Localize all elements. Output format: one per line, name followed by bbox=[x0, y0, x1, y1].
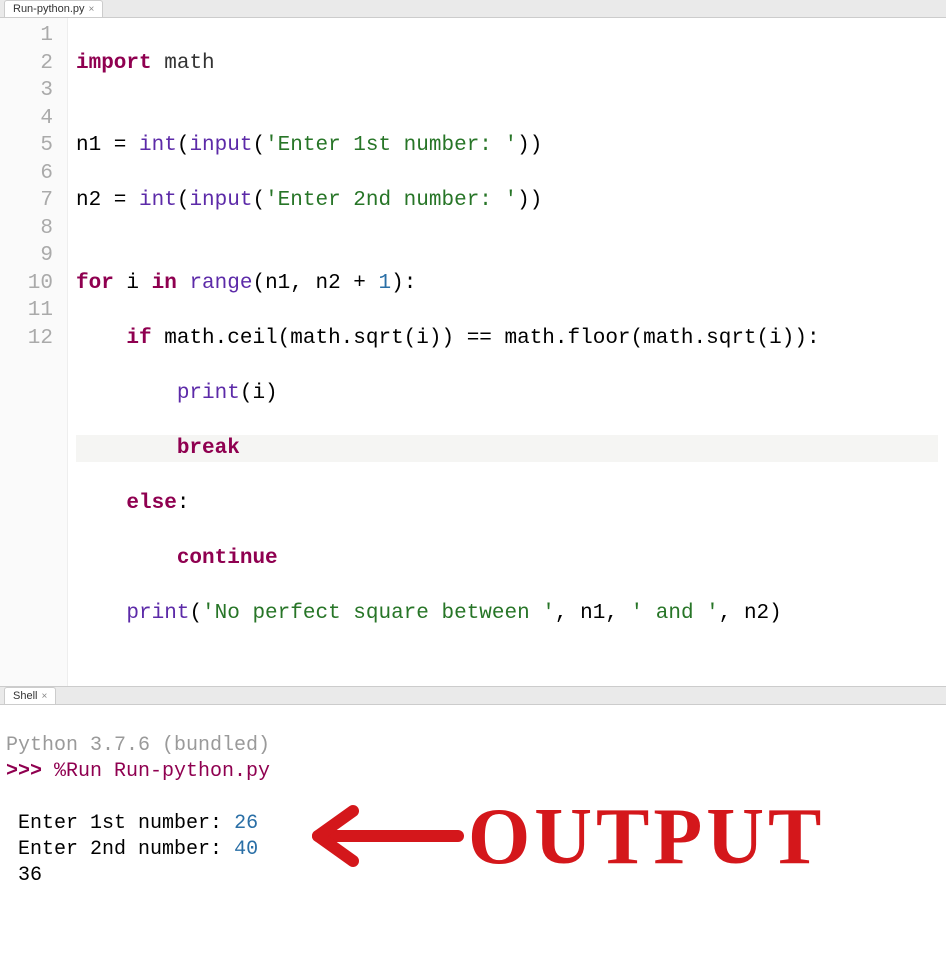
shell-tab-bar: Shell × bbox=[0, 687, 946, 705]
shell-io-value: 40 bbox=[234, 838, 258, 861]
code-line: n2 = int(input('Enter 2nd number: ')) bbox=[76, 187, 938, 215]
line-number: 11 bbox=[0, 297, 53, 325]
line-number: 8 bbox=[0, 215, 53, 243]
annotation-text: OUTPUT bbox=[468, 793, 825, 881]
code-line: print('No perfect square between ', n1, … bbox=[76, 600, 938, 628]
code-line: break bbox=[76, 435, 938, 463]
line-number: 4 bbox=[0, 105, 53, 133]
line-number: 2 bbox=[0, 50, 53, 78]
line-number: 3 bbox=[0, 77, 53, 105]
code-line: else: bbox=[76, 490, 938, 518]
line-number: 10 bbox=[0, 270, 53, 298]
code-line: n1 = int(input('Enter 1st number: ')) bbox=[76, 132, 938, 160]
code-line: print(i) bbox=[76, 380, 938, 408]
editor-tab-label: Run-python.py bbox=[13, 3, 85, 15]
code-line: if math.ceil(math.sqrt(i)) == math.floor… bbox=[76, 325, 938, 353]
shell-prompt: >>> bbox=[6, 760, 54, 783]
line-number: 5 bbox=[0, 132, 53, 160]
line-number: 12 bbox=[0, 325, 53, 353]
output-annotation: OUTPUT bbox=[250, 765, 946, 926]
editor-tab[interactable]: Run-python.py × bbox=[4, 0, 103, 17]
line-number: 7 bbox=[0, 187, 53, 215]
shell-tab[interactable]: Shell × bbox=[4, 687, 56, 704]
line-gutter: 1 2 3 4 5 6 7 8 9 10 11 12 bbox=[0, 18, 68, 686]
line-number: 1 bbox=[0, 22, 53, 50]
code-line: continue bbox=[76, 545, 938, 573]
code-body[interactable]: import math n1 = int(input('Enter 1st nu… bbox=[68, 18, 946, 686]
code-line: for i in range(n1, n2 + 1): bbox=[76, 270, 938, 298]
shell-output[interactable]: Python 3.7.6 (bundled) >>> %Run Run-pyth… bbox=[0, 705, 946, 969]
close-icon[interactable]: × bbox=[41, 691, 47, 702]
line-number: 6 bbox=[0, 160, 53, 188]
shell-io-prompt: Enter 2nd number: bbox=[18, 838, 234, 861]
shell-io-value: 26 bbox=[234, 812, 258, 835]
editor-tab-bar: Run-python.py × bbox=[0, 0, 946, 18]
code-editor[interactable]: 1 2 3 4 5 6 7 8 9 10 11 12 import math n… bbox=[0, 18, 946, 687]
shell-command: %Run Run-python.py bbox=[54, 760, 270, 783]
arrow-icon: OUTPUT bbox=[298, 791, 946, 891]
shell-tab-label: Shell bbox=[13, 690, 37, 702]
close-icon[interactable]: × bbox=[89, 4, 95, 15]
shell-io-prompt: Enter 1st number: bbox=[18, 812, 234, 835]
code-line: import math bbox=[76, 50, 938, 78]
shell-result: 36 bbox=[18, 864, 42, 887]
shell-version: Python 3.7.6 (bundled) bbox=[6, 734, 270, 757]
line-number: 9 bbox=[0, 242, 53, 270]
